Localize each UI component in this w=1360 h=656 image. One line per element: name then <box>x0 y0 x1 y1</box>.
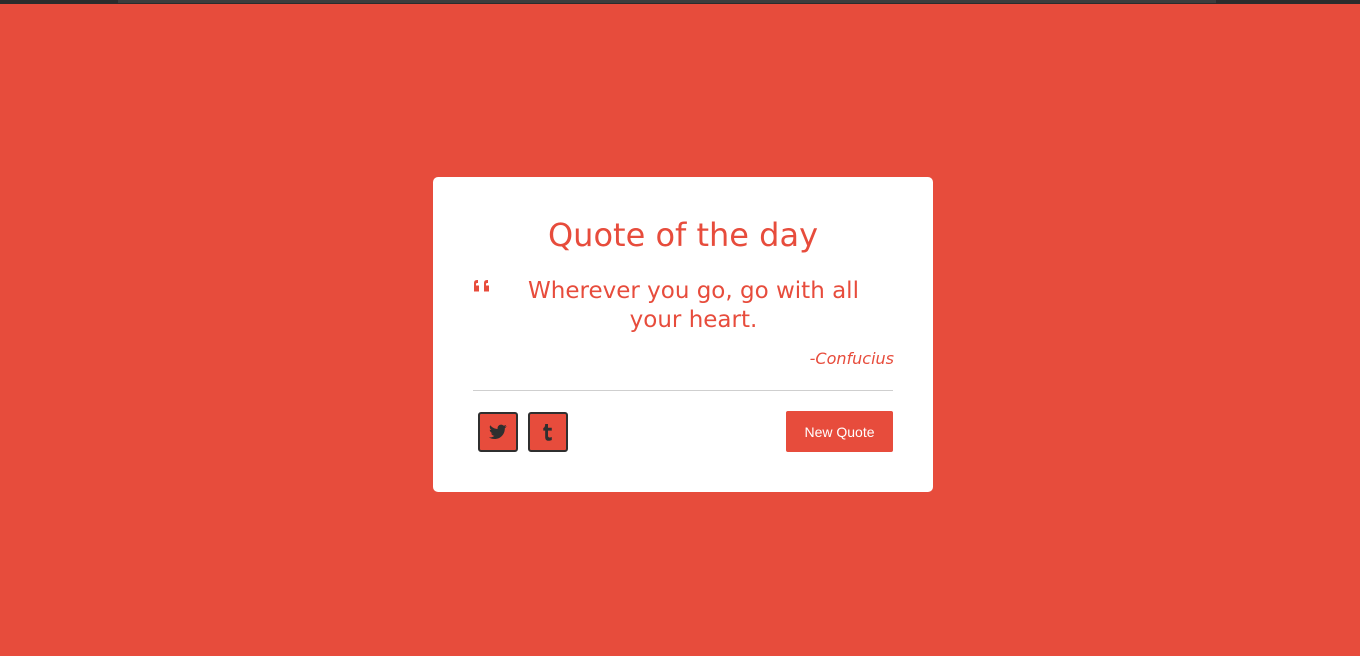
quote-text: Wherever you go, go with all your heart. <box>528 278 859 333</box>
divider <box>473 390 893 391</box>
tumblr-button[interactable] <box>528 412 568 452</box>
browser-top-bar-strip <box>118 0 1216 3</box>
tumblr-icon <box>543 423 552 441</box>
browser-top-bar <box>0 0 1360 4</box>
quote-card: Quote of the day Wherever you go, go wit… <box>433 177 933 492</box>
page-title: Quote of the day <box>547 216 818 254</box>
tweet-button[interactable] <box>478 412 518 452</box>
quote-author: -Confucius <box>809 349 894 368</box>
quote-left-icon <box>474 280 489 292</box>
new-quote-button[interactable]: New Quote <box>786 411 893 452</box>
twitter-icon <box>489 424 507 439</box>
